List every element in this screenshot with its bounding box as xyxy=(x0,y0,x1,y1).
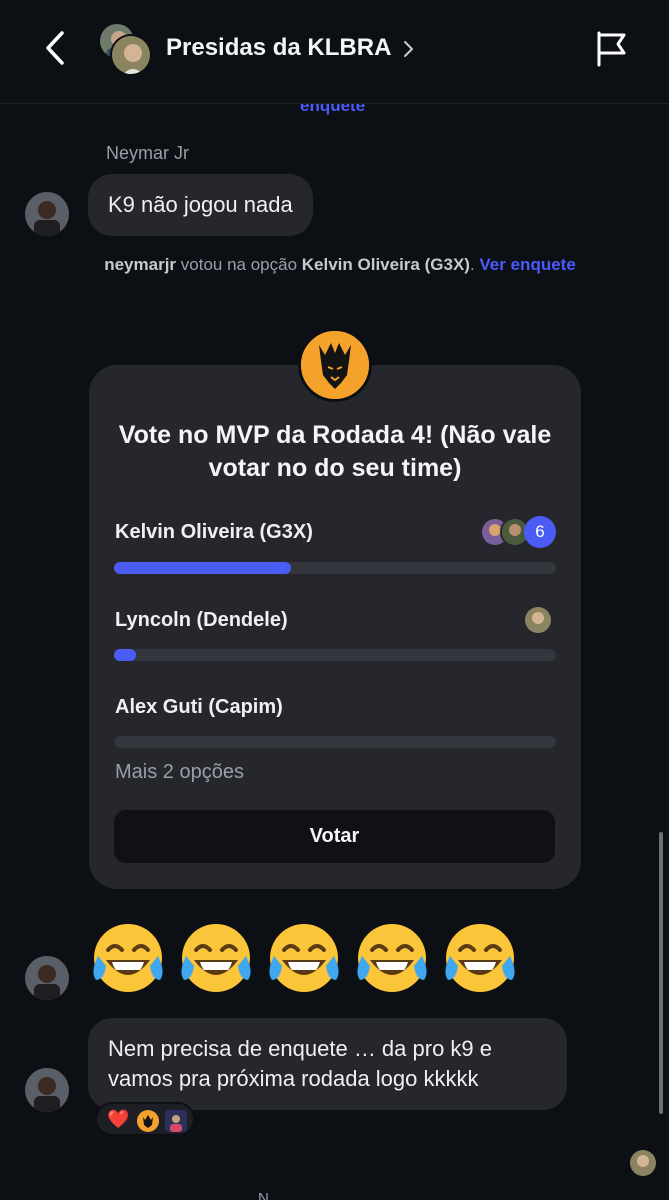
notice-user: neymarjr xyxy=(104,255,177,274)
more-options-link[interactable]: Mais 2 opções xyxy=(115,761,244,784)
poll-option-fill xyxy=(114,649,137,661)
heart-reaction: ❤️ xyxy=(107,1109,130,1129)
voter-avatar xyxy=(523,605,553,635)
read-receipt-avatar xyxy=(630,1150,656,1176)
group-avatar[interactable] xyxy=(98,22,154,76)
message-bubble[interactable]: Nem precisa de enquete … da pro k9 e vam… xyxy=(88,1018,567,1110)
poll-option-bar xyxy=(114,649,556,661)
laughing-tears-icon xyxy=(181,924,251,992)
flag-icon[interactable] xyxy=(594,30,628,68)
laughing-tears-icon xyxy=(93,924,163,992)
truncated-bottom-text: N xyxy=(258,1190,269,1200)
vote-notice: neymarjr votou na opção Kelvin Oliveira … xyxy=(100,254,580,275)
laughing-tears-icon xyxy=(269,924,339,992)
notice-suffix: . xyxy=(469,255,480,274)
poll-creator-logo xyxy=(298,328,372,402)
notice-option: Kelvin Oliveira (G3X) xyxy=(301,255,470,274)
scrollbar[interactable] xyxy=(659,832,663,1114)
group-avatar-front xyxy=(110,34,152,76)
message-text: K9 não jogou nada xyxy=(108,192,293,217)
reactions-pill[interactable]: ❤️ xyxy=(95,1102,195,1136)
poll-option-bar xyxy=(114,736,556,748)
chevron-right-icon[interactable] xyxy=(402,38,416,60)
chat-header: Presidas da KLBRA xyxy=(0,0,669,104)
laughing-tears-icon xyxy=(357,924,427,992)
chat-title[interactable]: Presidas da KLBRA xyxy=(166,34,391,62)
king-logo-icon xyxy=(137,1110,159,1132)
sender-name: Neymar Jr xyxy=(106,143,190,163)
king-logo-icon xyxy=(301,331,369,399)
emoji-message[interactable] xyxy=(88,918,528,998)
message-text: Nem precisa de enquete … da pro k9 e vam… xyxy=(108,1036,493,1091)
message-bubble[interactable]: K9 não jogou nada xyxy=(88,174,313,236)
chevron-left-icon[interactable] xyxy=(38,28,74,68)
user-avatar-icon xyxy=(165,1110,187,1132)
poll-option-label[interactable]: Alex Guti (Capim) xyxy=(115,696,283,719)
vote-count-badge[interactable]: 6 xyxy=(524,516,556,548)
avatar[interactable] xyxy=(25,1068,69,1112)
poll-card: Vote no MVP da Rodada 4! (Não vale votar… xyxy=(89,365,581,889)
view-poll-link[interactable]: Ver enquete xyxy=(479,255,575,274)
poll-option-label[interactable]: Lyncoln (Dendele) xyxy=(115,609,288,632)
laughing-tears-icon xyxy=(445,924,515,992)
poll-option-label[interactable]: Kelvin Oliveira (G3X) xyxy=(115,521,313,544)
vote-button[interactable]: Votar xyxy=(114,810,555,863)
avatar[interactable] xyxy=(25,956,69,1000)
poll-option-fill xyxy=(114,562,291,574)
poll-title: Vote no MVP da Rodada 4! (Não vale votar… xyxy=(118,421,552,482)
notice-text: votou na opção xyxy=(176,255,302,274)
avatar[interactable] xyxy=(25,192,69,236)
poll-option-bar xyxy=(114,562,556,574)
